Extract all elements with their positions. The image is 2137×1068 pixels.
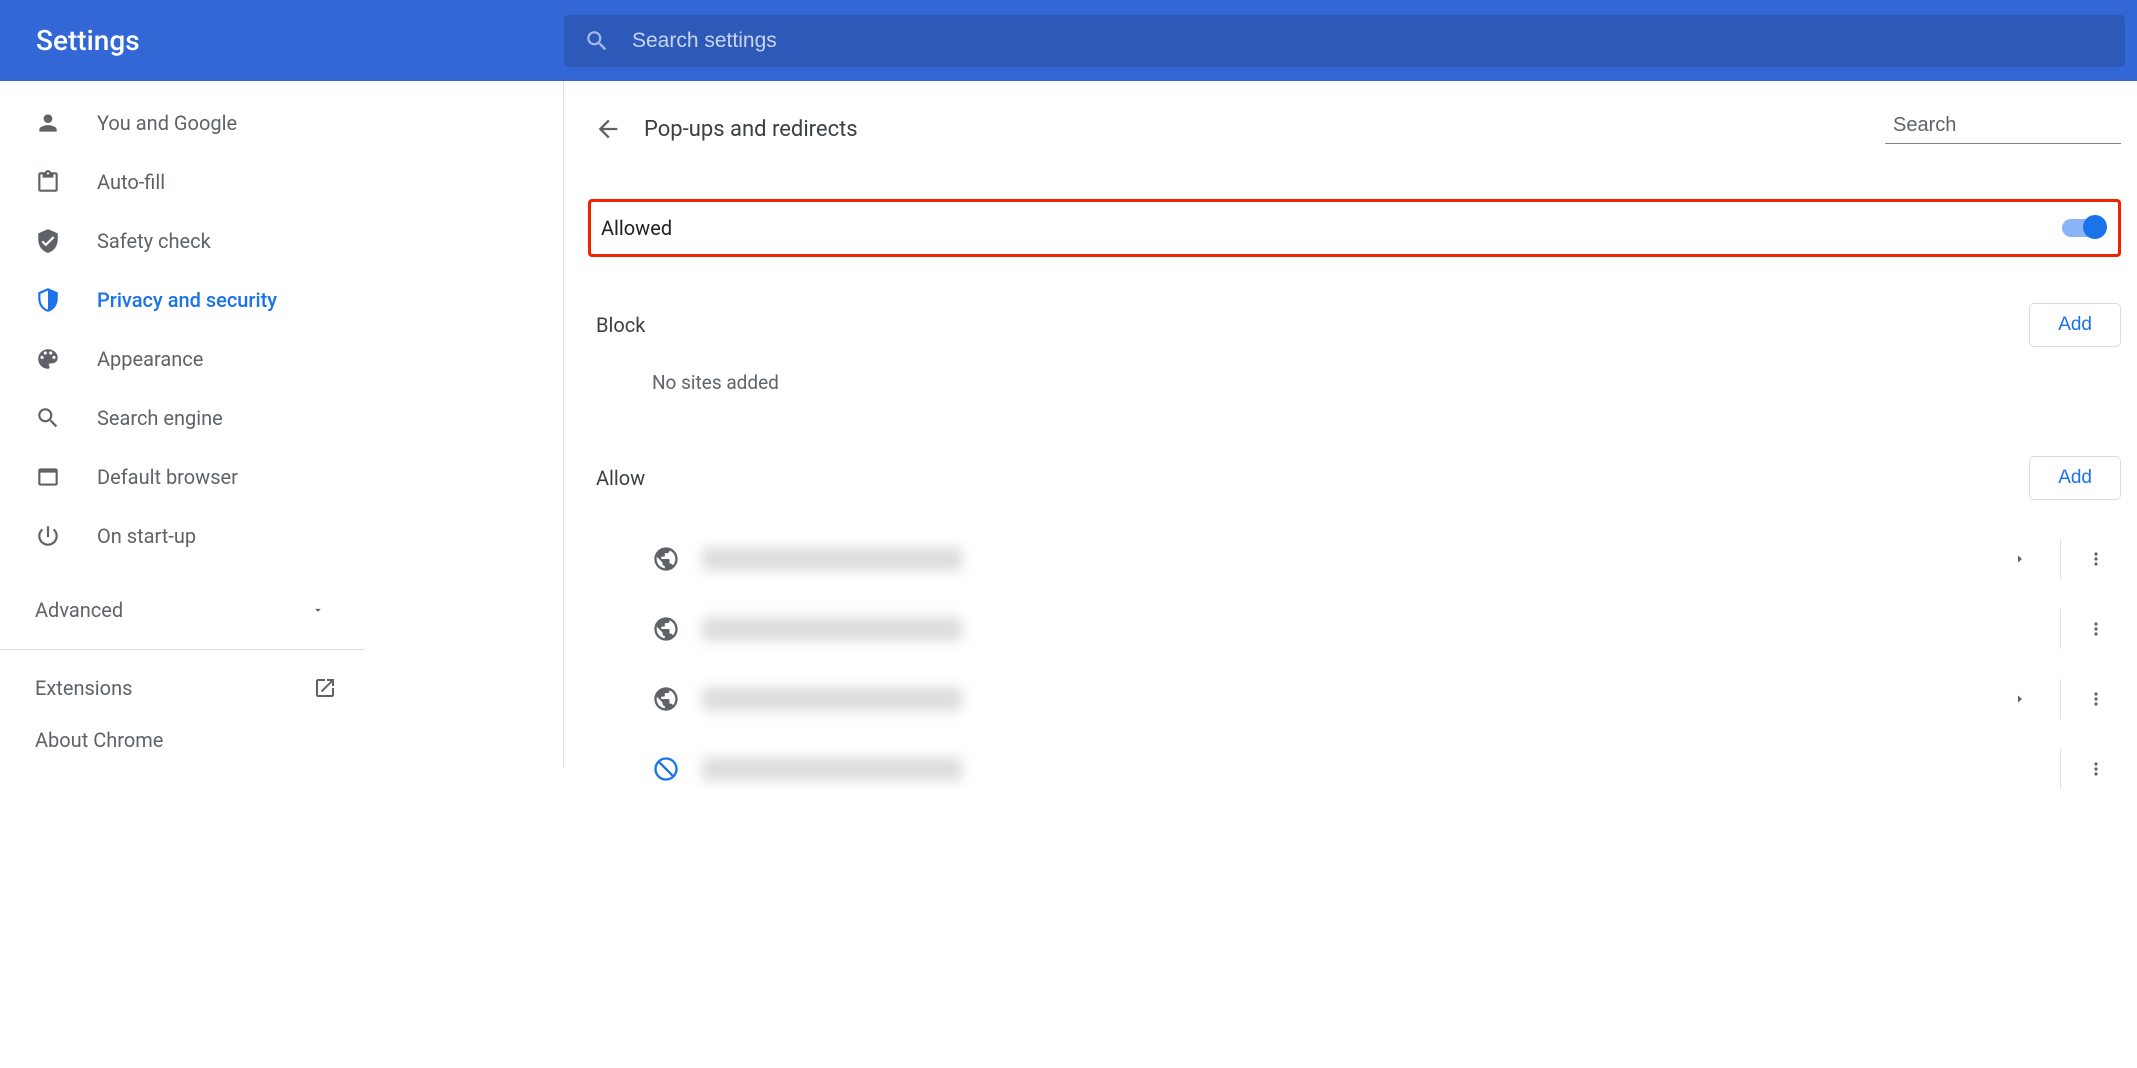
site-more-button[interactable] <box>2071 759 2121 779</box>
allow-site-list <box>588 524 2121 804</box>
sidebar-divider <box>0 649 365 650</box>
sidebar-item-label: Privacy and security <box>97 288 277 312</box>
app-header: Settings <box>0 0 2137 81</box>
globe-icon <box>652 545 680 573</box>
power-icon <box>35 523 61 549</box>
row-divider <box>2060 609 2061 649</box>
sidebar-item-default-browser[interactable]: Default browser <box>0 447 563 506</box>
search-icon <box>35 405 61 431</box>
site-expand-button[interactable] <box>1990 553 2050 565</box>
sidebar-link-label: About Chrome <box>35 728 163 752</box>
row-divider <box>2060 679 2061 719</box>
block-add-button[interactable]: Add <box>2029 303 2121 347</box>
globe-icon <box>652 615 680 643</box>
main-header: Pop-ups and redirects <box>588 109 2121 149</box>
allow-section-header: Allow Add <box>588 450 2121 506</box>
site-url-redacted <box>702 687 962 711</box>
app-title: Settings <box>36 24 564 57</box>
sidebar-item-privacy-security[interactable]: Privacy and security <box>0 270 563 329</box>
allow-site-row <box>588 594 2121 664</box>
allow-site-row <box>588 664 2121 734</box>
block-section-label: Block <box>596 313 645 337</box>
allow-section-label: Allow <box>596 466 645 490</box>
site-url-redacted <box>702 757 962 781</box>
sidebar-about-link[interactable]: About Chrome <box>0 714 365 766</box>
allowed-toggle-switch[interactable] <box>2062 219 2104 237</box>
site-url-redacted <box>702 547 962 571</box>
sidebar-item-search-engine[interactable]: Search engine <box>0 388 563 447</box>
verified-shield-icon <box>35 228 61 254</box>
globe-icon <box>652 685 680 713</box>
row-divider <box>2060 749 2061 789</box>
site-expand-button[interactable] <box>1990 693 2050 705</box>
site-url-redacted <box>702 617 962 641</box>
sidebar-item-autofill[interactable]: Auto-fill <box>0 152 563 211</box>
sidebar-advanced-toggle[interactable]: Advanced <box>0 583 365 637</box>
site-favicon-icon <box>652 755 680 783</box>
page-search-input[interactable] <box>1893 114 2137 137</box>
sidebar-item-on-startup[interactable]: On start-up <box>0 506 563 565</box>
site-more-button[interactable] <box>2071 549 2121 569</box>
header-search-input[interactable] <box>632 29 2105 53</box>
chevron-down-icon <box>311 603 325 617</box>
allow-site-row <box>588 734 2121 804</box>
site-more-button[interactable] <box>2071 689 2121 709</box>
main-content: Pop-ups and redirects Allowed Block Add … <box>564 81 2137 768</box>
clipboard-icon <box>35 169 61 195</box>
browser-icon <box>35 464 61 490</box>
shield-icon <box>35 287 61 313</box>
allowed-toggle-row: Allowed <box>588 199 2121 257</box>
block-empty-text: No sites added <box>588 371 2121 394</box>
row-divider <box>2060 539 2061 579</box>
sidebar-item-safety-check[interactable]: Safety check <box>0 211 563 270</box>
sidebar-item-you-and-google[interactable]: You and Google <box>0 93 563 152</box>
open-in-new-icon <box>313 676 337 700</box>
header-search[interactable] <box>564 15 2125 67</box>
sidebar-item-label: You and Google <box>97 111 237 135</box>
site-more-button[interactable] <box>2071 619 2121 639</box>
sidebar-link-label: Extensions <box>35 676 132 700</box>
sidebar-item-label: Search engine <box>97 406 223 430</box>
sidebar-extensions-link[interactable]: Extensions <box>0 662 365 714</box>
page-title: Pop-ups and redirects <box>644 117 1885 142</box>
page-search[interactable] <box>1885 114 2121 144</box>
sidebar-item-label: Safety check <box>97 229 211 253</box>
block-section-header: Block Add <box>588 297 2121 353</box>
sidebar-item-label: Auto-fill <box>97 170 165 194</box>
sidebar-item-appearance[interactable]: Appearance <box>0 329 563 388</box>
person-icon <box>35 110 61 136</box>
sidebar: You and Google Auto-fill Safety check Pr… <box>0 81 564 768</box>
search-icon <box>584 28 610 54</box>
back-button[interactable] <box>588 109 628 149</box>
allow-site-row <box>588 524 2121 594</box>
sidebar-item-label: On start-up <box>97 524 196 548</box>
palette-icon <box>35 346 61 372</box>
sidebar-item-label: Default browser <box>97 465 238 489</box>
sidebar-item-label: Appearance <box>97 347 203 371</box>
allowed-toggle-label: Allowed <box>601 216 672 240</box>
sidebar-advanced-label: Advanced <box>35 598 123 622</box>
arrow-back-icon <box>594 115 622 143</box>
allow-add-button[interactable]: Add <box>2029 456 2121 500</box>
